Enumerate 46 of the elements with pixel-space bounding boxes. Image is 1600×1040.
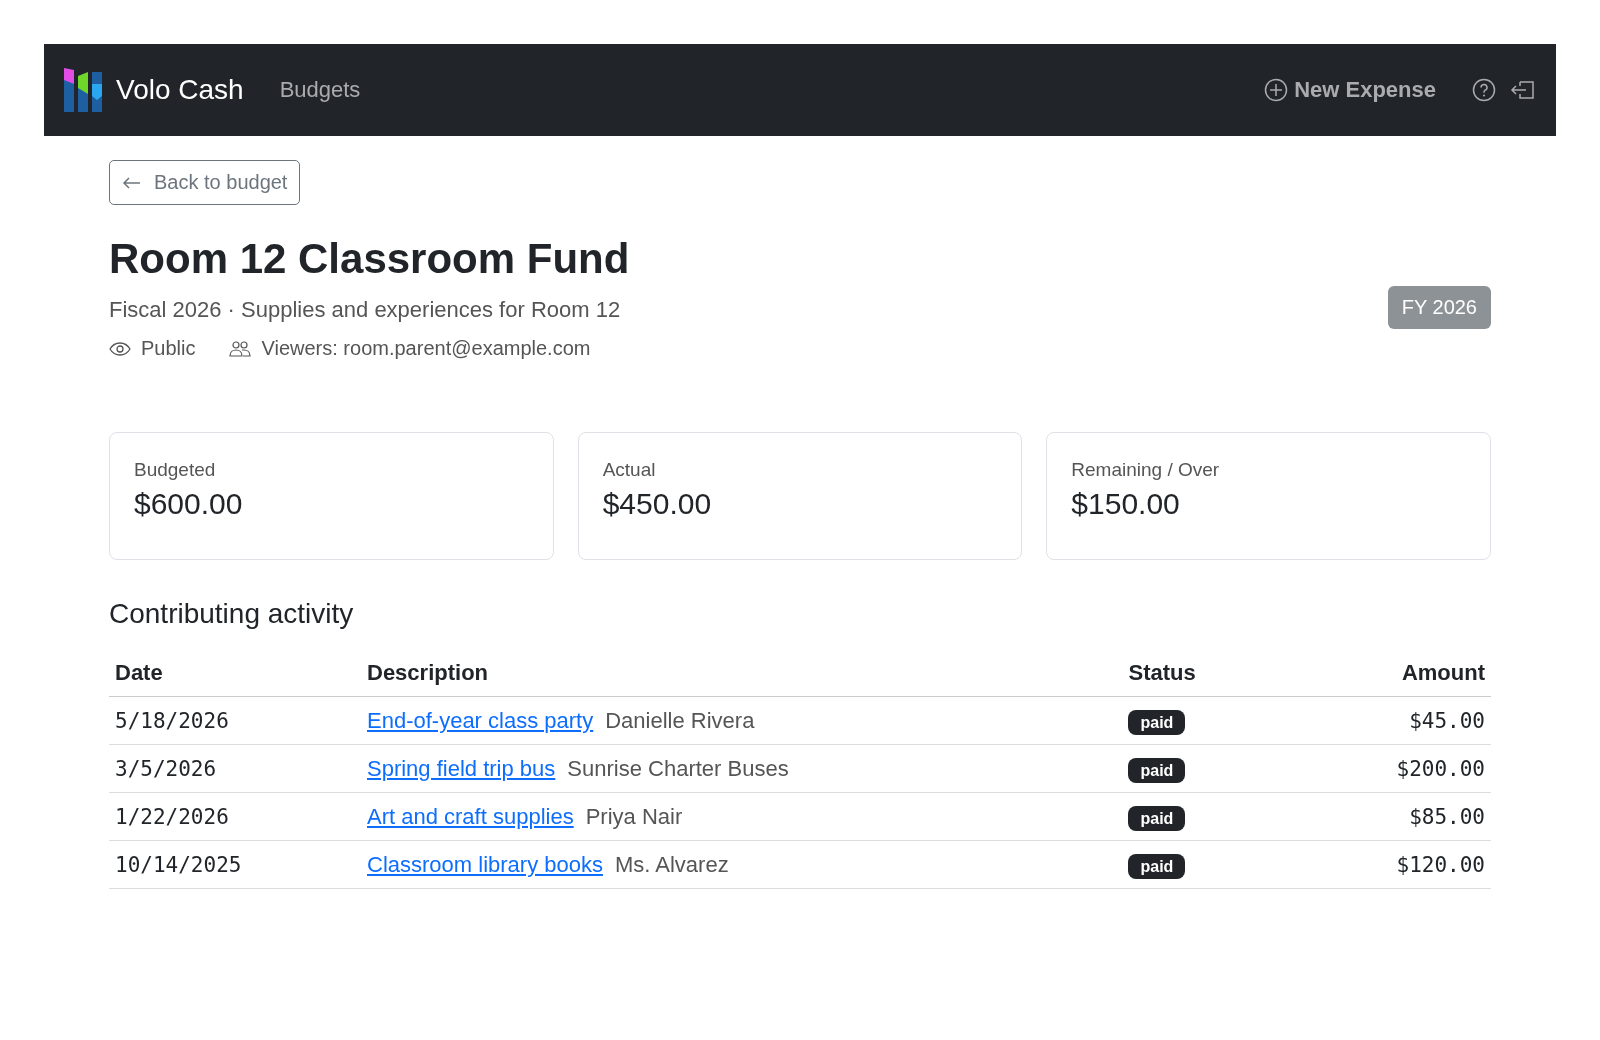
new-expense-link[interactable]: New Expense — [1264, 77, 1436, 103]
date-cell: 10/14/2025 — [109, 840, 361, 889]
column-header: Amount — [1314, 650, 1491, 697]
card-label: Actual — [602, 459, 657, 481]
amount-cell: $120.00 — [1314, 840, 1491, 889]
column-header: Date — [109, 650, 361, 697]
help-icon[interactable] — [1472, 78, 1496, 102]
expense-link[interactable]: Art and craft supplies — [367, 803, 574, 829]
budget-subtitle: Fiscal 2026 · Supplies and experiences for Room 12 — [109, 297, 622, 323]
nav-link[interactable]: Budgets — [279, 77, 361, 103]
date-cell: 5/18/2026 — [109, 696, 361, 745]
card-label: Remaining / Over — [1071, 459, 1221, 481]
column-header: Description — [361, 650, 1123, 697]
status-pill: paid — [1128, 709, 1186, 735]
eye-icon — [109, 341, 131, 356]
brand-name[interactable]: Volo Cash — [116, 74, 244, 106]
visibility-label: Public — [141, 337, 196, 360]
card-value: $150.00 — [1071, 487, 1181, 521]
status-pill: paid — [1128, 757, 1186, 783]
viewers-label: Viewers: room.parent@example.com — [261, 337, 591, 360]
date-cell: 1/22/2026 — [109, 792, 361, 841]
page-title: Room 12 Classroom Fund — [109, 235, 630, 283]
date-cell: 3/5/2026 — [109, 744, 361, 793]
back-button[interactable]: Back to budget — [109, 160, 301, 205]
payee-name: Sunrise Charter Buses — [567, 755, 789, 781]
column-header: Status — [1122, 650, 1315, 697]
status-pill: paid — [1128, 805, 1186, 831]
expense-link[interactable]: End-of-year class party — [367, 707, 594, 733]
people-icon — [229, 339, 252, 358]
payee-name: Priya Nair — [585, 803, 683, 829]
amount-cell: $45.00 — [1314, 696, 1491, 745]
card-value: $600.00 — [134, 487, 244, 521]
expense-link[interactable]: Spring field trip bus — [367, 755, 556, 781]
plus-circle-icon — [1264, 78, 1289, 102]
amount-cell: $85.00 — [1314, 792, 1491, 841]
expense-link[interactable]: Classroom library books — [367, 851, 603, 877]
payee-name: Danielle Rivera — [605, 707, 755, 733]
payee-name: Ms. Alvarez — [614, 851, 729, 877]
fiscal-year-badge: FY 2026 — [1387, 286, 1491, 329]
card-label: Budgeted — [134, 459, 217, 481]
amount-cell: $200.00 — [1314, 744, 1491, 793]
arrow-left-icon — [122, 175, 142, 190]
card-value: $450.00 — [602, 487, 713, 521]
section-heading: Contributing activity — [109, 598, 355, 630]
logout-icon[interactable] — [1510, 79, 1536, 101]
status-pill: paid — [1128, 853, 1186, 879]
